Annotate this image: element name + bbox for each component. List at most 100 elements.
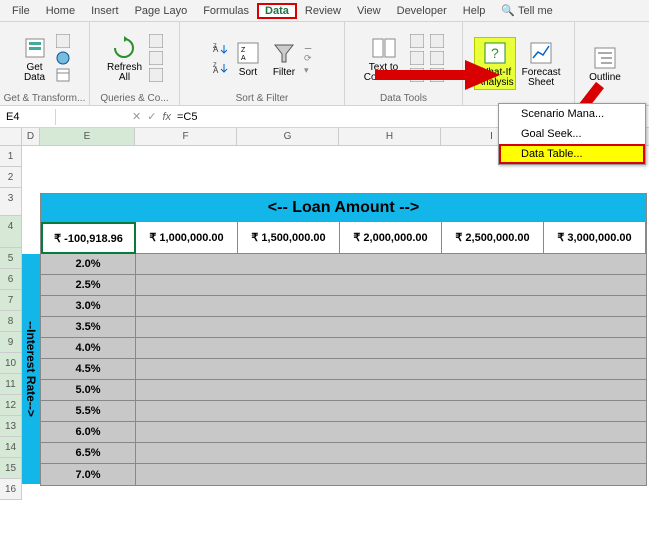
rate-cell[interactable]: 2.5% (41, 275, 136, 296)
amount-1[interactable]: ₹ 1,000,000.00 (136, 222, 238, 254)
empty-cell[interactable] (136, 338, 646, 359)
empty-cell[interactable] (136, 317, 646, 338)
sort-button[interactable]: ZA Sort (232, 37, 264, 80)
row-1[interactable]: 1 (0, 146, 22, 167)
advanced-filter[interactable]: ▾ (304, 65, 312, 76)
row-6[interactable]: 6 (0, 269, 22, 290)
menu-data-table[interactable]: Data Table... (499, 144, 645, 164)
tab-formulas[interactable]: Formulas (195, 3, 257, 19)
reapply-filter[interactable]: ⟳ (304, 53, 312, 64)
properties-icon[interactable] (148, 50, 164, 66)
svg-text:Z: Z (213, 44, 217, 50)
empty-cell[interactable] (136, 296, 646, 317)
row-11[interactable]: 11 (0, 374, 22, 395)
row-3[interactable]: 3 (0, 188, 22, 216)
consolidate-icon[interactable] (429, 33, 445, 49)
rate-cell[interactable]: 7.0% (41, 464, 136, 485)
tab-insert[interactable]: Insert (83, 3, 127, 19)
interest-rate-label: --Interest Rate--> (22, 254, 40, 484)
col-g[interactable]: G (237, 128, 339, 145)
rate-cell[interactable]: 4.5% (41, 359, 136, 380)
from-text-icon[interactable] (55, 33, 71, 49)
rate-cell[interactable]: 4.0% (41, 338, 136, 359)
name-box[interactable]: E4 (0, 109, 56, 125)
rate-cell[interactable]: 6.5% (41, 443, 136, 464)
get-data-icon (21, 34, 49, 62)
empty-cell[interactable] (136, 359, 646, 380)
tab-review[interactable]: Review (297, 3, 349, 19)
filter-icon (270, 39, 298, 67)
tab-file[interactable]: File (4, 3, 38, 19)
pmt-cell[interactable]: ₹ -100,918.96 (41, 222, 136, 254)
row-8[interactable]: 8 (0, 311, 22, 332)
tab-tell-me[interactable]: 🔍 Tell me (493, 2, 560, 19)
from-table-icon[interactable] (55, 67, 71, 83)
menu-scenario-manager[interactable]: Scenario Mana... (499, 104, 645, 124)
formula-input[interactable] (177, 111, 377, 123)
menu-goal-seek[interactable]: Goal Seek... (499, 124, 645, 144)
tab-developer[interactable]: Developer (389, 3, 455, 19)
tab-data[interactable]: Data (257, 3, 297, 19)
clear-filter[interactable]: ⚊ (304, 41, 312, 52)
svg-text:A: A (241, 55, 246, 62)
sort-desc-icon[interactable]: ZA (212, 60, 228, 76)
rate-cell[interactable]: 5.0% (41, 380, 136, 401)
rate-cell[interactable]: 3.5% (41, 317, 136, 338)
col-e[interactable]: E (40, 128, 135, 145)
outline-button[interactable]: Outline (587, 42, 623, 85)
row-12[interactable]: 12 (0, 395, 22, 416)
refresh-all-button[interactable]: Refresh All (105, 32, 144, 85)
fx-icon[interactable]: fx (162, 111, 171, 123)
get-data-button[interactable]: Get Data (19, 32, 51, 85)
grid[interactable]: --Interest Rate--> <-- Loan Amount --> ₹… (22, 146, 649, 500)
row-9[interactable]: 9 (0, 332, 22, 353)
outline-icon (591, 44, 619, 72)
arrow-to-whatif (370, 55, 500, 95)
data-table: <-- Loan Amount --> ₹ -100,918.96 ₹ 1,00… (40, 193, 647, 486)
amount-3[interactable]: ₹ 2,000,000.00 (340, 222, 442, 254)
empty-cell[interactable] (136, 401, 646, 422)
row-14[interactable]: 14 (0, 437, 22, 458)
filter-button[interactable]: Filter (268, 37, 300, 80)
tab-page-layout[interactable]: Page Layo (127, 3, 196, 19)
sort-icon: ZA (234, 39, 262, 67)
enter-icon[interactable]: ✓ (147, 110, 156, 123)
row-5[interactable]: 5 (0, 248, 22, 269)
col-d[interactable]: D (22, 128, 40, 145)
row-7[interactable]: 7 (0, 290, 22, 311)
from-web-icon[interactable] (55, 50, 71, 66)
empty-cell[interactable] (136, 422, 646, 443)
col-f[interactable]: F (135, 128, 237, 145)
row-16[interactable]: 16 (0, 479, 22, 500)
col-h[interactable]: H (339, 128, 441, 145)
amount-2[interactable]: ₹ 1,500,000.00 (238, 222, 340, 254)
empty-cell[interactable] (136, 254, 646, 275)
empty-cell[interactable] (136, 443, 646, 464)
sort-asc-icon[interactable]: AZ (212, 41, 228, 57)
rate-cell[interactable]: 6.0% (41, 422, 136, 443)
empty-cell[interactable] (136, 380, 646, 401)
select-all-corner[interactable] (0, 128, 22, 145)
empty-cell[interactable] (136, 464, 646, 485)
rate-cell[interactable]: 5.5% (41, 401, 136, 422)
tab-home[interactable]: Home (38, 3, 83, 19)
row-15[interactable]: 15 (0, 458, 22, 479)
amount-5[interactable]: ₹ 3,000,000.00 (544, 222, 646, 254)
row-headers: 1 2 3 4 5 6 7 8 9 10 11 12 13 14 15 16 (0, 146, 22, 500)
queries-icon[interactable] (148, 33, 164, 49)
rate-cell[interactable]: 2.0% (41, 254, 136, 275)
row-2[interactable]: 2 (0, 167, 22, 188)
edit-links-icon[interactable] (148, 67, 164, 83)
rate-cell[interactable]: 3.0% (41, 296, 136, 317)
row-13[interactable]: 13 (0, 416, 22, 437)
loan-amount-title: <-- Loan Amount --> (41, 194, 646, 222)
tab-view[interactable]: View (349, 3, 389, 19)
flash-fill-icon[interactable] (409, 33, 425, 49)
tab-help[interactable]: Help (455, 3, 494, 19)
cancel-icon[interactable]: ✕ (132, 110, 141, 123)
empty-cell[interactable] (136, 275, 646, 296)
row-10[interactable]: 10 (0, 353, 22, 374)
amount-4[interactable]: ₹ 2,500,000.00 (442, 222, 544, 254)
row-4[interactable]: 4 (0, 216, 22, 248)
ribbon-tabs: File Home Insert Page Layo Formulas Data… (0, 0, 649, 22)
